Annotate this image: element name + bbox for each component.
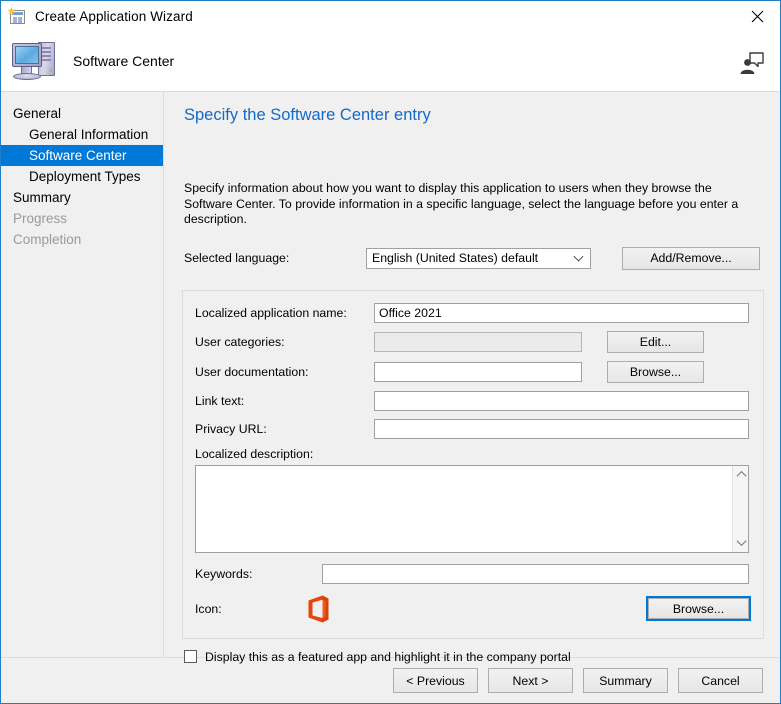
- sidebar-item-general-information[interactable]: General Information: [1, 124, 163, 145]
- user-documentation-label: User documentation:: [195, 364, 309, 379]
- icon-row: Icon: Browse...: [195, 594, 751, 624]
- localized-application-name-label: Localized application name:: [195, 305, 347, 320]
- summary-button[interactable]: Summary: [583, 668, 668, 693]
- wizard-navigation-sidebar: General General Information Software Cen…: [1, 92, 164, 657]
- featured-app-checkbox[interactable]: [184, 650, 197, 663]
- sidebar-item-completion: Completion: [13, 232, 82, 247]
- sidebar-item-deployment-types[interactable]: Deployment Types: [1, 166, 163, 187]
- window-title: Create Application Wizard: [35, 8, 193, 24]
- link-text-label: Link text:: [195, 393, 245, 408]
- wizard-footer: < Previous Next > Summary Cancel: [1, 657, 780, 703]
- cancel-button[interactable]: Cancel: [678, 668, 763, 693]
- privacy-url-label: Privacy URL:: [195, 421, 267, 436]
- wizard-content-pane: Specify the Software Center entry Specif…: [164, 92, 780, 664]
- page-title: Specify the Software Center entry: [184, 106, 431, 124]
- icon-browse-button[interactable]: Browse...: [646, 596, 751, 621]
- localized-description-label: Localized description:: [195, 446, 314, 461]
- sidebar-item-progress: Progress: [13, 211, 68, 226]
- user-documentation-browse-button[interactable]: Browse...: [607, 360, 704, 383]
- localized-description-textarea[interactable]: [195, 464, 749, 553]
- user-documentation-input[interactable]: [374, 361, 582, 382]
- localized-application-name-input[interactable]: Office 2021: [374, 302, 749, 323]
- wizard-header: Software Center: [1, 31, 780, 91]
- chevron-up-icon[interactable]: [733, 467, 749, 483]
- computer-icon: [10, 38, 62, 84]
- language-select[interactable]: English (United States) default: [366, 247, 591, 269]
- featured-app-checkbox-label: Display this as a featured app and highl…: [205, 649, 571, 664]
- next-button[interactable]: Next >: [488, 668, 573, 693]
- keywords-row: Keywords:: [195, 563, 749, 584]
- user-categories-label: User categories:: [195, 334, 285, 349]
- title-bar: Create Application Wizard: [1, 1, 780, 31]
- user-categories-edit-button[interactable]: Edit...: [607, 330, 704, 353]
- chevron-down-icon: [573, 251, 584, 262]
- featured-app-checkbox-row: Display this as a featured app and highl…: [182, 650, 764, 664]
- sidebar-item-general[interactable]: General: [1, 103, 163, 124]
- user-documentation-row: User documentation: Browse...: [195, 360, 749, 383]
- link-text-input[interactable]: [374, 390, 749, 411]
- wizard-page-icon: [7, 6, 26, 25]
- privacy-url-row: Privacy URL:: [195, 418, 749, 439]
- add-remove-button[interactable]: Add/Remove...: [622, 246, 760, 270]
- language-select-value: English (United States) default: [372, 251, 539, 265]
- page-intro-text: Specify information about how you want t…: [184, 181, 739, 226]
- description-scrollbar[interactable]: [732, 465, 749, 552]
- selected-language-row: Selected language: English (United State…: [182, 246, 764, 270]
- office-logo-icon: [303, 594, 331, 624]
- chevron-down-icon[interactable]: [733, 535, 749, 551]
- link-text-row: Link text:: [195, 390, 749, 411]
- close-icon[interactable]: [734, 1, 780, 31]
- previous-button[interactable]: < Previous: [393, 668, 478, 693]
- keywords-input[interactable]: [322, 563, 749, 584]
- privacy-url-input[interactable]: [374, 418, 749, 439]
- sidebar-item-software-center[interactable]: Software Center: [1, 145, 163, 166]
- sidebar-item-summary[interactable]: Summary: [1, 187, 163, 208]
- localized-application-name-row: Localized application name: Office 2021: [195, 302, 749, 323]
- create-application-wizard-window: Create Application Wizard Software Cente…: [0, 0, 781, 704]
- selected-language-label: Selected language:: [184, 251, 290, 265]
- wizard-body: General General Information Software Cen…: [1, 91, 780, 664]
- software-center-entry-group: Localized application name: Office 2021 …: [182, 289, 764, 639]
- user-categories-input: [374, 331, 582, 352]
- icon-label: Icon:: [195, 601, 222, 616]
- user-categories-row: User categories: Edit...: [195, 330, 749, 353]
- user-presentation-icon[interactable]: [735, 48, 769, 78]
- keywords-label: Keywords:: [195, 566, 253, 581]
- header-title: Software Center: [73, 53, 175, 69]
